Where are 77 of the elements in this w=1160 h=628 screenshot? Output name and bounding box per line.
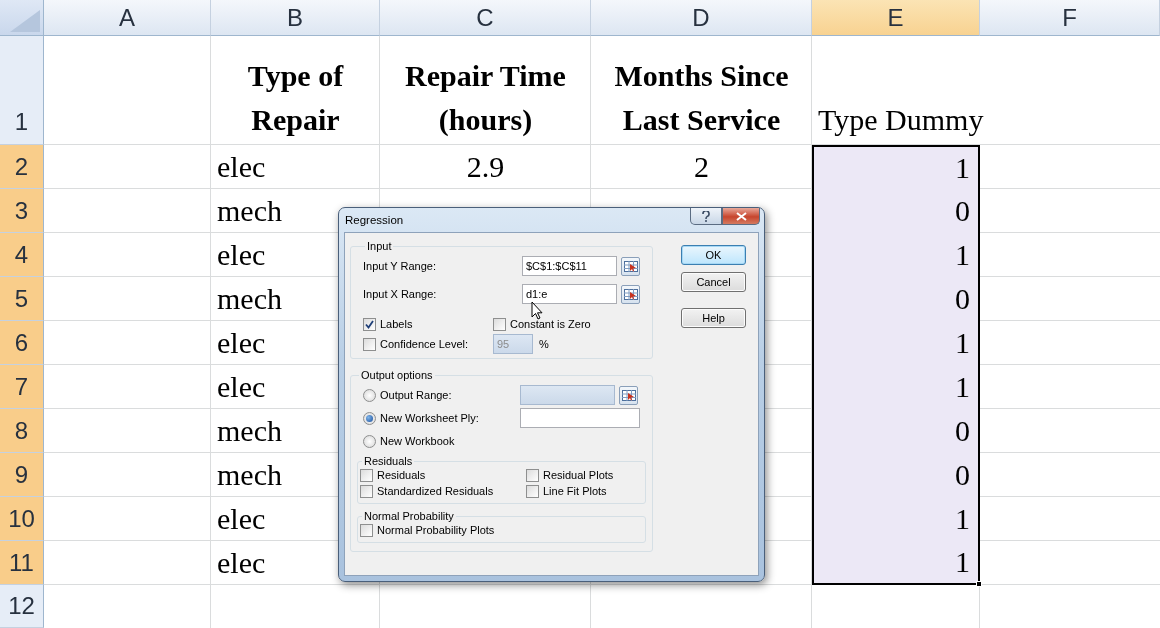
selected-cell[interactable]: 1 — [812, 497, 980, 541]
table-cell-text: elec — [217, 149, 266, 186]
checkbox-label: Constant is Zero — [510, 318, 591, 330]
column-header[interactable]: F — [980, 0, 1160, 36]
group-title: Input — [366, 240, 393, 252]
table-cell-text: 0 — [955, 281, 970, 318]
selected-cell[interactable]: 1 — [812, 321, 980, 365]
table-cell-text: elec — [217, 325, 266, 362]
row-header[interactable]: 2 — [0, 145, 44, 189]
column-header[interactable]: E — [812, 0, 980, 36]
table-cell-text: mech — [217, 281, 282, 318]
radio-label: New Workbook — [380, 435, 455, 447]
table-cell-text: 1 — [955, 325, 970, 362]
table-cell-text: elec — [217, 369, 266, 406]
selected-cell[interactable]: 1 — [812, 365, 980, 409]
range-field[interactable]: $C$1:$C$11 — [522, 256, 617, 276]
checkbox-label: Line Fit Plots — [543, 485, 607, 497]
checkbox-label: Standardized Residuals — [377, 485, 494, 497]
selected-cell[interactable]: 1 — [812, 145, 980, 189]
field-label: Input X Range: — [363, 288, 438, 300]
row-header[interactable]: 12 — [0, 585, 44, 628]
column-header[interactable]: C — [380, 0, 591, 36]
column-header[interactable]: D — [591, 0, 812, 36]
dialog-title: Regression — [345, 214, 404, 226]
selected-cell[interactable]: 0 — [812, 277, 980, 321]
dialog-button[interactable]: Help — [681, 308, 746, 328]
selected-cell[interactable]: 0 — [812, 409, 980, 453]
row-header[interactable]: 11 — [0, 541, 44, 585]
table-cell-text: 0 — [955, 193, 970, 230]
checkbox-label: Labels — [380, 318, 413, 330]
dialog-button[interactable]: Cancel — [681, 272, 746, 292]
column-heading: Type Dummy — [818, 101, 984, 138]
checkbox-label: Residual Plots — [543, 469, 614, 481]
checkbox-label: Residuals — [377, 469, 426, 481]
table-cell-text: elec — [217, 501, 266, 538]
row-header[interactable]: 5 — [0, 277, 44, 321]
table-cell-text: elec — [217, 545, 266, 582]
row-header[interactable]: 9 — [0, 453, 44, 497]
selected-cell[interactable]: 1 — [812, 233, 980, 277]
table-cell-text: 0 — [955, 457, 970, 494]
row-header[interactable]: 10 — [0, 497, 44, 541]
selected-cell[interactable]: 1 — [812, 541, 980, 585]
table-cell-text: 0 — [955, 413, 970, 450]
dialog-button[interactable]: OK — [681, 245, 746, 265]
selected-cell[interactable]: 0 — [812, 189, 980, 233]
group-title: Residuals — [363, 455, 414, 467]
checkbox-label: Normal Probability Plots — [377, 524, 495, 536]
column-header[interactable]: B — [211, 0, 380, 36]
row-header[interactable]: 3 — [0, 189, 44, 233]
table-cell-text: elec — [217, 237, 266, 274]
checkbox-label: Confidence Level: — [380, 338, 469, 350]
selected-cell[interactable]: 0 — [812, 453, 980, 497]
row-header[interactable]: 8 — [0, 409, 44, 453]
column-heading: Months Since Last Service — [614, 58, 789, 138]
group-title: Normal Probability — [363, 510, 455, 522]
row-header[interactable]: 6 — [0, 321, 44, 365]
table-cell-text: mech — [217, 457, 282, 494]
radio-label: New Worksheet Ply: — [380, 412, 479, 424]
row-header[interactable]: 7 — [0, 365, 44, 409]
table-cell-text: 1 — [955, 544, 970, 581]
table-cell-text: 1 — [955, 501, 970, 538]
table-cell-text: 2 — [694, 149, 709, 186]
column-heading: Repair Time (hours) — [405, 58, 566, 138]
group-title: Output options — [360, 369, 434, 381]
row-header[interactable]: 4 — [0, 233, 44, 277]
table-cell-text: 1 — [955, 237, 970, 274]
table-cell-text: mech — [217, 193, 282, 230]
table-cell-text: mech — [217, 413, 282, 450]
radio-label: Output Range: — [380, 389, 452, 401]
field-label: Input Y Range: — [363, 260, 437, 272]
column-header[interactable]: A — [44, 0, 211, 36]
table-cell-text: 1 — [955, 150, 970, 187]
table-cell-text: 2.9 — [466, 149, 505, 186]
range-field[interactable]: d1:e — [522, 284, 617, 304]
table-cell-text: 1 — [955, 369, 970, 406]
row-header[interactable]: 1 — [0, 36, 44, 145]
unit-label: % — [539, 338, 549, 350]
